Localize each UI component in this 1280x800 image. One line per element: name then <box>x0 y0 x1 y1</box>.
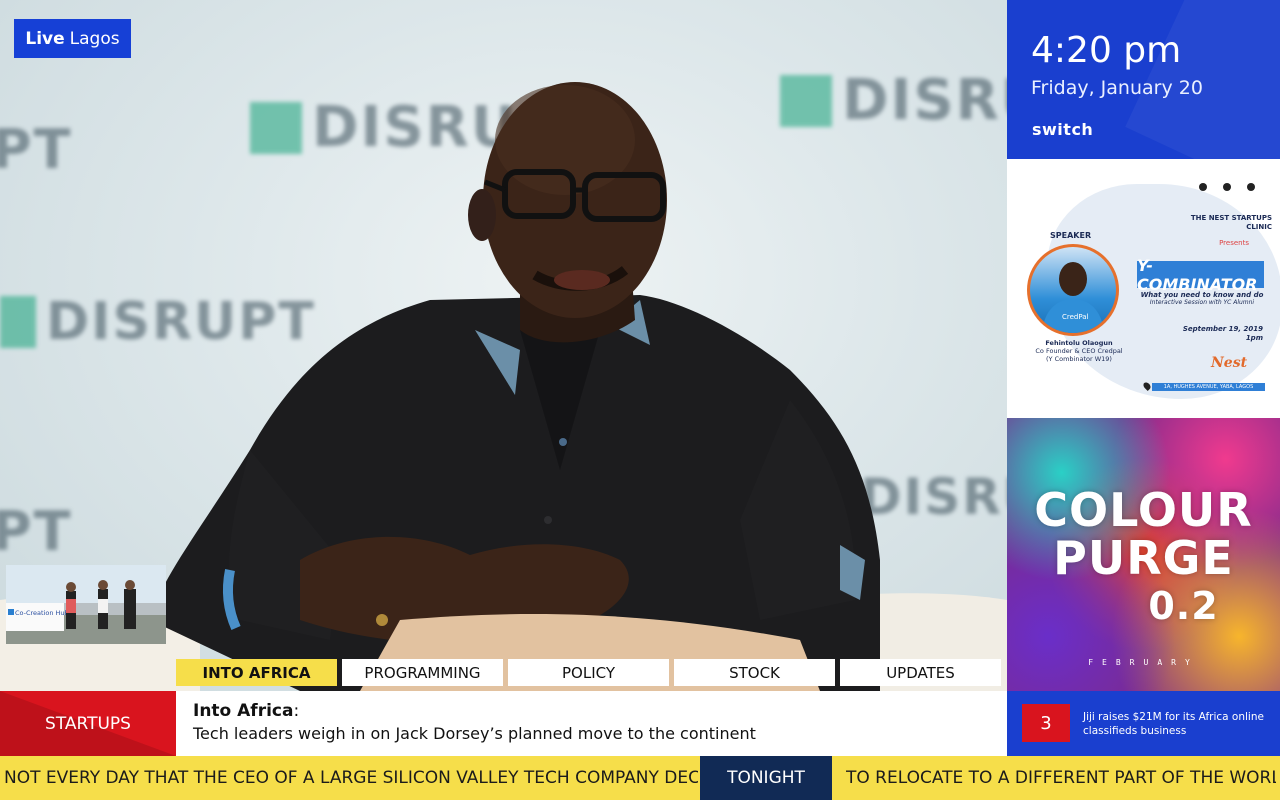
event-artwork[interactable]: COLOUR PURGE 0.2 FEBRUARY <box>1007 418 1280 691</box>
poster-speaker-note: (Y Combinator W19) <box>1046 355 1112 364</box>
brand-logo: switch <box>1032 120 1094 139</box>
tab-updates[interactable]: UPDATES <box>840 659 1001 686</box>
twitter-icon <box>1199 183 1207 191</box>
headline-panel[interactable]: Into Africa: Tech leaders weigh in on Ja… <box>176 691 1007 756</box>
linkedin-icon <box>1247 183 1255 191</box>
ticker-text-right: TO RELOCATE TO A DIFFERENT PART OF THE W… <box>846 768 1276 788</box>
tab-label: INTO AFRICA <box>202 663 311 682</box>
artwork-line-3: 0.2 <box>1148 584 1219 628</box>
clock-date: Friday, January 20 <box>1031 77 1203 99</box>
facebook-icon <box>1223 183 1231 191</box>
side-news-number: 3 <box>1022 704 1070 742</box>
tab-label: UPDATES <box>886 663 955 682</box>
poster-presents: Presents <box>1219 239 1249 247</box>
poster-subtitle-2: Interactive Session with YC Alumni <box>1149 299 1255 306</box>
story-category-label: STARTUPS <box>45 713 131 734</box>
speaker-avatar: CredPal <box>1027 244 1119 336</box>
tab-programming[interactable]: PROGRAMMING <box>342 659 503 686</box>
poster-address: 1A, HUGHES AVENUE, YABA, LAGOS <box>1152 383 1265 391</box>
tab-into-africa[interactable]: INTO AFRICA <box>176 659 337 686</box>
tab-policy[interactable]: POLICY <box>508 659 669 686</box>
story-category-badge: STARTUPS <box>0 691 176 756</box>
poster-organizer: THE NEST STARTUPS CLINIC <box>1190 214 1272 232</box>
story-headline: Into Africa: <box>193 700 990 722</box>
clock-time: 4:20 pm <box>1031 30 1182 71</box>
story-headline-text: Into Africa <box>193 701 294 721</box>
tab-label: STOCK <box>729 663 780 682</box>
pip-sign-text: Co-Creation Hub <box>15 609 69 617</box>
poster-time-text: 1pm <box>1245 334 1263 343</box>
main-video-frame: DISRUPT DISRUPT DISRUPT DISRUPT PT PT <box>0 0 1007 691</box>
poster-subtitle: What you need to know and do <box>1140 291 1264 299</box>
shirt-logo: CredPal <box>1062 313 1089 321</box>
news-ticker: NOT EVERY DAY THAT THE CEO OF A LARGE SI… <box>0 756 1280 800</box>
story-headline-colon: : <box>293 701 300 721</box>
tab-stock[interactable]: STOCK <box>674 659 835 686</box>
artwork-line-1: COLOUR <box>1034 483 1253 537</box>
live-label: Live <box>25 28 65 49</box>
artwork-month: FEBRUARY <box>1088 658 1199 667</box>
ticker-label: TONIGHT <box>700 756 832 800</box>
story-subline: Tech leaders weigh in on Jack Dorsey’s p… <box>193 724 756 743</box>
picture-in-picture-thumbnail[interactable]: Co-Creation Hub <box>6 565 166 644</box>
tab-label: PROGRAMMING <box>364 663 481 682</box>
nest-logo: Nest <box>1211 355 1248 371</box>
poster-speaker-info: Fehintolu Olaogun Co Founder & CEO Credp… <box>1029 339 1129 363</box>
poster-title: Y-COMBINATOR <box>1137 256 1264 294</box>
artwork-title: COLOUR PURGE 0.2 <box>1007 486 1280 630</box>
live-location-badge: Live Lagos <box>14 19 131 58</box>
event-poster[interactable]: THE NEST STARTUPS CLINIC Presents SPEAKE… <box>1007 159 1280 418</box>
location-label: Lagos <box>69 28 120 49</box>
poster-speaker-role: Co Founder & CEO Credpal <box>1035 347 1123 356</box>
poster-date-text: September 19, 2019 <box>1182 325 1263 333</box>
tab-label: POLICY <box>561 663 615 682</box>
ticker-text-left: NOT EVERY DAY THAT THE CEO OF A LARGE SI… <box>4 768 698 788</box>
pip-photo: Co-Creation Hub <box>6 565 166 644</box>
side-news-text: Jiji raises $21M for its Africa online c… <box>1083 711 1264 737</box>
poster-speaker-label: SPEAKER <box>1050 231 1092 240</box>
poster-speaker-name: Fehintolu Olaogun <box>1045 339 1113 347</box>
poster-date: September 19, 2019 1pm <box>1157 325 1263 343</box>
artwork-line-2: PURGE <box>1053 531 1234 585</box>
side-news-item[interactable]: 3 Jiji raises $21M for its Africa online… <box>1007 691 1280 756</box>
clock-panel: 4:20 pm Friday, January 20 switch <box>1007 0 1280 159</box>
